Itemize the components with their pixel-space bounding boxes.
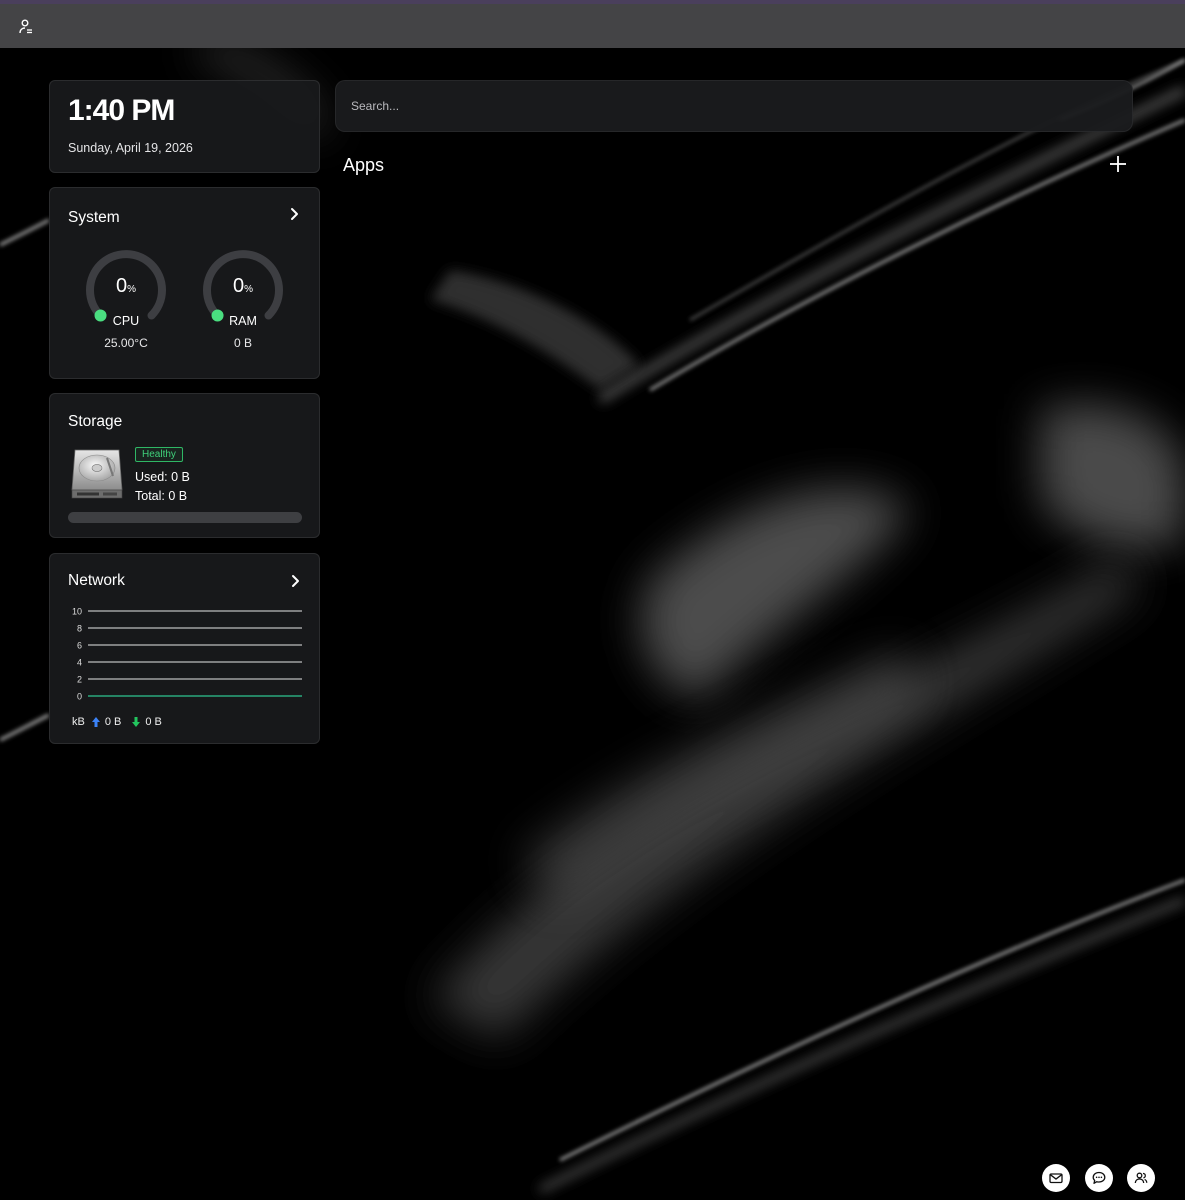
search-bar bbox=[335, 80, 1133, 132]
cpu-value-unit: % bbox=[127, 284, 137, 295]
y-tick-label: 10 bbox=[72, 607, 82, 617]
ram-value-unit: % bbox=[244, 284, 254, 295]
chevron-right-icon[interactable] bbox=[287, 207, 301, 221]
mail-button[interactable] bbox=[1042, 1164, 1070, 1192]
y-tick-label: 2 bbox=[77, 675, 82, 685]
status-badge: Healthy bbox=[135, 447, 183, 462]
download-arrow-icon bbox=[132, 717, 141, 727]
clock-widget: 1:40 PM Sunday, April 19, 2026 bbox=[49, 80, 320, 173]
ram-value-number: 0 bbox=[232, 275, 245, 297]
y-tick-label: 0 bbox=[77, 692, 82, 702]
system-title: System bbox=[68, 209, 120, 226]
y-tick-label: 4 bbox=[77, 658, 82, 668]
storage-total: Total: 0 B bbox=[135, 489, 188, 503]
mail-icon bbox=[1049, 1173, 1063, 1184]
network-legend: kB 0 B 0 B bbox=[72, 716, 168, 728]
user-settings-icon[interactable] bbox=[17, 18, 35, 36]
system-widget: System 0% CPU 25.00°C 0% RAM 0 B bbox=[49, 187, 320, 379]
network-widget: Network 10 8 6 4 2 0 kB 0 B 0 B bbox=[49, 553, 320, 744]
storage-progress-bar bbox=[68, 512, 302, 523]
storage-widget: Storage Healthy Used: 0 B Total: 0 B bbox=[49, 393, 320, 538]
download-value: 0 B bbox=[145, 716, 162, 728]
plus-icon[interactable] bbox=[1108, 154, 1128, 174]
y-tick-label: 6 bbox=[77, 641, 82, 651]
hard-drive-icon bbox=[71, 449, 123, 499]
cpu-value: 0% bbox=[81, 275, 171, 298]
cpu-value-number: 0 bbox=[115, 275, 128, 297]
storage-used: Used: 0 B bbox=[135, 470, 190, 484]
cpu-temperature: 25.00°C bbox=[104, 336, 148, 350]
network-title: Network bbox=[68, 572, 125, 589]
message-icon bbox=[1092, 1171, 1106, 1184]
clock-date: Sunday, April 19, 2026 bbox=[68, 141, 193, 155]
cpu-gauge: 0% CPU bbox=[81, 245, 171, 335]
ram-usage: 0 B bbox=[233, 336, 252, 350]
network-chart: 10 8 6 4 2 0 bbox=[72, 607, 302, 702]
clock-time: 1:40 PM bbox=[68, 94, 175, 127]
ram-gauge: 0% RAM bbox=[198, 245, 288, 335]
users-button[interactable] bbox=[1127, 1164, 1155, 1192]
upload-value: 0 B bbox=[104, 716, 122, 728]
ram-label: RAM bbox=[229, 314, 257, 328]
search-input[interactable] bbox=[336, 81, 1132, 131]
users-icon bbox=[1134, 1172, 1148, 1184]
chevron-right-icon[interactable] bbox=[288, 574, 302, 588]
y-tick-label: 8 bbox=[77, 624, 82, 634]
upload-arrow-icon bbox=[91, 717, 100, 727]
top-bar bbox=[0, 0, 1185, 48]
message-button[interactable] bbox=[1085, 1164, 1113, 1192]
cpu-label: CPU bbox=[112, 314, 140, 328]
network-unit: kB bbox=[72, 716, 85, 728]
ram-value: 0% bbox=[198, 275, 288, 298]
apps-title: Apps bbox=[343, 155, 385, 175]
storage-title: Storage bbox=[68, 413, 123, 430]
